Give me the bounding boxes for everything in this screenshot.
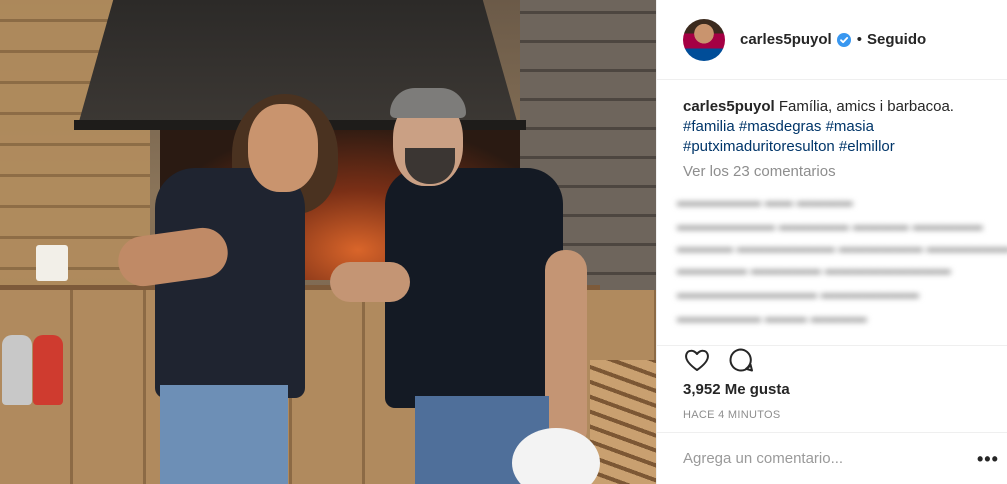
- post-caption: carles5puyol Família, amics i barbacoa. …: [683, 97, 988, 157]
- blurred-comment-line: ▬▬▬▬▬▬▬▬▬▬ ▬▬▬▬▬▬▬: [677, 285, 919, 301]
- more-options-icon[interactable]: •••: [977, 449, 999, 470]
- blurred-comment-line: ▬▬▬▬ ▬▬▬▬▬▬▬ ▬▬▬▬▬▬ ▬▬▬▬▬▬ ▬▬▬: [677, 239, 1007, 255]
- avatar[interactable]: [683, 18, 725, 61]
- comment-icon[interactable]: [727, 346, 755, 374]
- person-right-arm-down: [545, 250, 587, 450]
- blurred-comment-line: ▬▬▬▬▬▬▬ ▬▬▬▬▬ ▬▬▬▬ ▬▬▬▬▬: [677, 217, 983, 233]
- verified-badge-icon: [836, 32, 851, 47]
- person-right-hair: [390, 88, 466, 118]
- paper-roll: [36, 245, 68, 281]
- follow-separator: •: [856, 31, 862, 48]
- caption-hashtags-line-1[interactable]: #familia #masdegras #masia: [683, 118, 874, 135]
- heart-icon[interactable]: [683, 346, 711, 374]
- person-left-body: [155, 168, 305, 398]
- gas-tank-grey: [2, 335, 32, 405]
- blurred-comments: ▬▬▬▬▬▬ ▬▬ ▬▬▬▬ ▬▬▬▬▬▬▬ ▬▬▬▬▬ ▬▬▬▬ ▬▬▬▬▬ …: [677, 185, 1007, 335]
- likes-count[interactable]: 3,952 Me gusta: [683, 381, 790, 398]
- post-side-panel: carles5puyol • Seguido carles5puyol Famí…: [656, 0, 1007, 484]
- caption-text: Família, amics i barbacoa.: [774, 98, 954, 115]
- add-comment-input[interactable]: [683, 450, 943, 467]
- person-left-legs: [160, 385, 288, 484]
- post-photo[interactable]: [0, 0, 656, 484]
- caption-hashtags-line-2[interactable]: #putximaduritoresulton #elmillor: [683, 138, 895, 155]
- follow-status-button[interactable]: Seguido: [867, 31, 926, 48]
- person-left-head: [248, 104, 318, 192]
- blurred-comment-line: ▬▬▬▬▬▬ ▬▬ ▬▬▬▬: [677, 193, 853, 209]
- author-username[interactable]: carles5puyol: [740, 31, 832, 48]
- post-timestamp[interactable]: HACE 4 MINUTOS: [683, 409, 781, 421]
- person-right-body: [385, 168, 563, 408]
- post-actions: 3,952 Me gusta HACE 4 MINUTOS: [657, 345, 1007, 421]
- blurred-comment-line: ▬▬▬▬▬ ▬▬▬▬▬ ▬▬▬▬▬▬▬▬▬: [677, 261, 951, 277]
- view-all-comments-link[interactable]: Ver los 23 comentarios: [683, 163, 836, 180]
- gas-tank-red: [33, 335, 63, 405]
- caption-username[interactable]: carles5puyol: [683, 98, 775, 115]
- blurred-comment-line: ▬▬▬▬▬▬ ▬▬▬ ▬▬▬▬: [677, 309, 867, 325]
- post-header: carles5puyol • Seguido: [657, 0, 1007, 80]
- comment-bar: •••: [657, 432, 1007, 484]
- person-right-arm: [330, 262, 410, 302]
